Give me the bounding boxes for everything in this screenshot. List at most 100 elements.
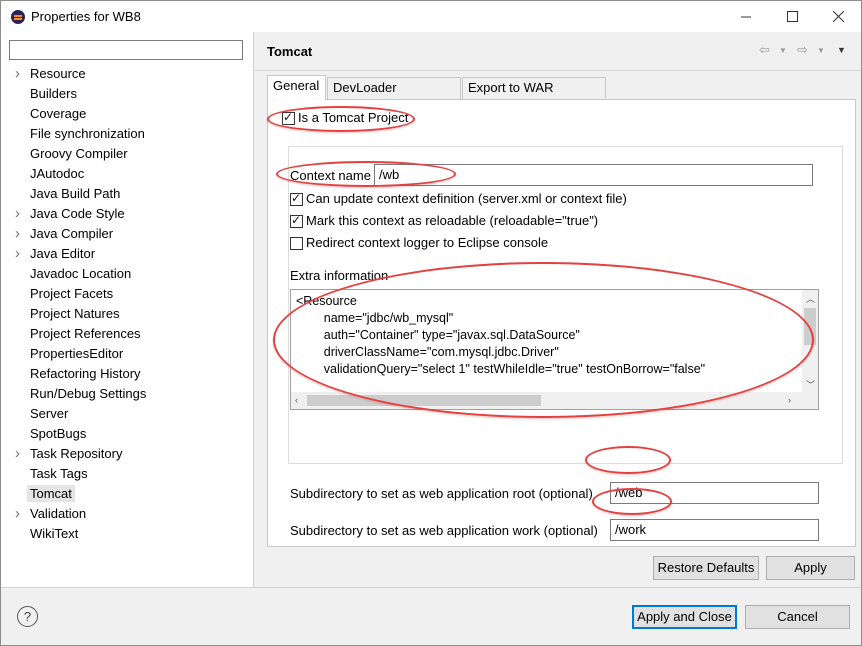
extra-info-line: auth="Container" type="javax.sql.DataSou… [296,328,580,342]
sidebar-item-propertieseditor[interactable]: PropertiesEditor [1,344,253,364]
tab-general[interactable]: General [267,75,326,100]
redirect-logger-label: Redirect context logger to Eclipse conso… [306,235,549,250]
sidebar-item-javadoc-location[interactable]: Javadoc Location [1,264,253,284]
sidebar-item-project-natures[interactable]: Project Natures [1,304,253,324]
sidebar-item-project-facets[interactable]: Project Facets [1,284,253,304]
sidebar-item-label: Project Facets [30,286,114,301]
sidebar-item-java-build-path[interactable]: Java Build Path [1,184,253,204]
reloadable-label: Mark this context as reloadable (reloada… [306,213,599,228]
sidebar-item-coverage[interactable]: Coverage [1,104,253,124]
expand-chevron-icon[interactable]: › [15,504,20,524]
web-root-field[interactable]: /web [610,482,819,504]
close-icon[interactable] [815,1,861,32]
vertical-scrollbar[interactable]: ︿ ﹀ [802,290,818,393]
expand-chevron-icon[interactable]: › [15,204,20,224]
dialog-button-bar: ? Apply and Close Cancel [1,587,861,645]
sidebar-item-refactoring-history[interactable]: Refactoring History [1,364,253,384]
expand-chevron-icon[interactable]: › [15,64,20,84]
help-icon[interactable]: ? [17,606,38,627]
horizontal-scroll-thumb[interactable] [307,395,541,406]
horizontal-scrollbar[interactable]: ‹ › [291,392,818,409]
tab-export-war-settings[interactable]: Export to WAR settings [462,77,606,115]
context-name-field[interactable]: /wb [374,164,813,186]
is-tomcat-project-checkbox[interactable] [282,110,295,125]
sidebar-item-java-code-style[interactable]: › Java Code Style [1,204,253,224]
cancel-button[interactable]: Cancel [745,605,850,629]
sidebar-item-label: File synchronization [30,126,145,141]
sidebar-item-jautodoc[interactable]: JAutodoc [1,164,253,184]
sidebar-item-wikitext[interactable]: WikiText [1,524,253,544]
scroll-down-icon[interactable]: ﹀ [806,378,815,391]
can-update-context-checkbox[interactable] [290,191,303,206]
title-bar: Properties for WB8 [1,1,861,32]
sidebar-item-builders[interactable]: Builders [1,84,253,104]
forward-dropdown-icon[interactable]: ▼ [817,46,825,55]
sidebar-item-file-synchronization[interactable]: File synchronization [1,124,253,144]
sidebar-item-label: Tomcat [27,485,75,502]
apply-button[interactable]: Apply [766,556,855,580]
sidebar-item-resource[interactable]: › Resource [1,64,253,84]
sidebar-item-validation[interactable]: › Validation [1,504,253,524]
expand-chevron-icon[interactable]: › [15,244,20,264]
sidebar-item-java-editor[interactable]: › Java Editor [1,244,253,264]
sidebar-item-label: Project References [30,326,141,341]
sidebar-item-task-tags[interactable]: Task Tags [1,464,253,484]
sidebar-item-label: Project Natures [30,306,120,321]
apply-and-close-button[interactable]: Apply and Close [632,605,737,629]
redirect-logger-checkbox[interactable] [290,237,303,250]
sidebar-item-label: Javadoc Location [30,266,132,281]
sidebar-item-tomcat[interactable]: Tomcat [1,484,253,504]
sidebar-item-label: Java Editor [30,246,96,261]
sidebar-item-groovy-compiler[interactable]: Groovy Compiler [1,144,253,164]
extra-information-textarea[interactable]: <Resource name="jdbc/wb_mysql" auth="Con… [290,289,819,410]
general-tab-content: Is a Tomcat Project Context name /wb Can… [267,99,856,547]
window-title: Properties for WB8 [31,9,141,24]
work-dir-field[interactable]: /work [610,519,819,541]
maximize-icon[interactable] [769,1,815,32]
sidebar: › Resource Builders Coverage File synchroniz… [1,32,254,587]
expand-chevron-icon[interactable]: › [15,444,20,464]
view-menu-icon[interactable]: ▼ [837,45,846,55]
sidebar-item-label: Java Build Path [30,186,121,201]
page-title: Tomcat [267,44,313,59]
sidebar-item-label: Refactoring History [30,366,141,381]
scroll-right-icon[interactable]: › [788,395,791,405]
sidebar-item-label: PropertiesEditor [30,346,124,361]
can-update-context-label: Can update context definition (server.xm… [306,191,627,206]
sidebar-item-label: Resource [30,66,86,81]
back-dropdown-icon[interactable]: ▼ [779,46,787,55]
category-tree: › Resource Builders Coverage File synchroniz… [1,64,253,544]
extra-info-line: driverClassName="com.mysql.jdbc.Driver" [296,345,559,359]
sidebar-item-run-debug-settings[interactable]: Run/Debug Settings [1,384,253,404]
restore-defaults-button[interactable]: Restore Defaults [653,556,759,580]
web-root-label: Subdirectory to set as web application r… [290,486,593,501]
vertical-scroll-thumb[interactable] [804,308,816,345]
back-arrow-icon[interactable]: ⇦ [759,42,770,58]
scroll-left-icon[interactable]: ‹ [295,395,298,405]
tab-devloader-classpath[interactable]: DevLoader Classpath [327,77,461,115]
extra-info-line: validationQuery="select 1" testWhileIdle… [296,362,706,376]
is-tomcat-project-label: Is a Tomcat Project [298,110,409,125]
extra-information-label: Extra information [290,268,389,283]
sidebar-item-label: SpotBugs [30,426,87,441]
sidebar-item-label: Coverage [30,106,87,121]
reloadable-checkbox[interactable] [290,213,303,228]
filter-input[interactable] [9,40,243,60]
sidebar-item-label: Task Repository [30,446,123,461]
scroll-up-icon[interactable]: ︿ [806,292,815,305]
sidebar-item-spotbugs[interactable]: SpotBugs [1,424,253,444]
forward-arrow-icon[interactable]: ⇨ [797,42,808,58]
properties-dialog: Properties for WB8 › Resource Builders Cove… [0,0,862,646]
minimize-icon[interactable] [723,1,769,32]
preference-page: Tomcat ⇦ ▼ ⇨ ▼ ▼ General DevLoader Class… [255,32,861,587]
sidebar-item-label: Run/Debug Settings [30,386,147,401]
extra-info-line: name="jdbc/wb_mysql" [296,311,454,325]
sidebar-item-project-references[interactable]: Project References [1,324,253,344]
sidebar-item-server[interactable]: Server [1,404,253,424]
header-divider [255,70,861,71]
sidebar-item-task-repository[interactable]: › Task Repository [1,444,253,464]
sidebar-item-java-compiler[interactable]: › Java Compiler [1,224,253,244]
sidebar-item-label: Validation [30,506,87,521]
expand-chevron-icon[interactable]: › [15,224,20,244]
sidebar-item-label: Java Compiler [30,226,114,241]
